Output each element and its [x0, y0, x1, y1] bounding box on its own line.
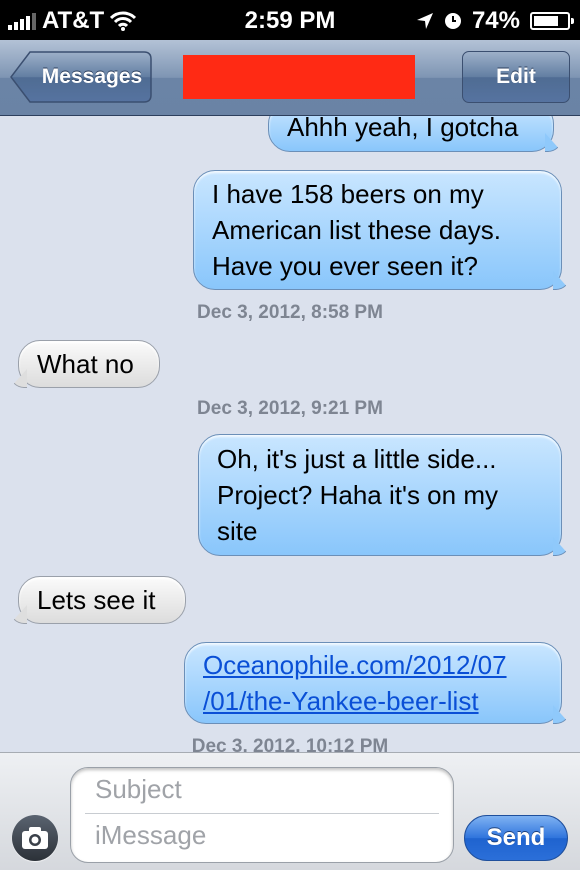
location-arrow-icon — [416, 13, 433, 29]
messages-back-button[interactable]: Messages — [10, 51, 152, 103]
battery-icon — [530, 12, 574, 30]
message-text-line: Have you ever seen it? — [212, 251, 478, 281]
subject-input[interactable]: Subject — [95, 774, 182, 805]
message-text-line: Project? Haha it's on my — [217, 480, 498, 510]
timestamp: Dec 3, 2012, 10:12 PM — [191, 736, 389, 752]
status-bar: AT&T 2:59 PM 74% — [0, 0, 580, 40]
compose-bar: Subject iMessage Send — [0, 752, 580, 870]
message-bubble-outgoing[interactable]: Oceanophile.com/2012/07 /01/the-Yankee-b… — [184, 642, 562, 724]
message-compose-field[interactable]: Subject iMessage — [70, 767, 454, 863]
battery-percent: 74% — [471, 7, 520, 34]
timestamp: Dec 3, 2012, 9:21 PM — [197, 398, 383, 419]
send-button[interactable]: Send — [464, 815, 568, 861]
message-text-line: American list these days. — [212, 215, 502, 245]
camera-icon — [22, 827, 48, 849]
message-text: Lets see it — [37, 585, 156, 615]
alarm-clock-icon — [444, 13, 461, 29]
message-bubble-outgoing[interactable]: I have 158 beers on my American list the… — [193, 170, 562, 290]
message-text-line: Oh, it's just a little side... — [217, 444, 497, 474]
edit-button[interactable]: Edit — [462, 51, 570, 103]
message-bubble-incoming[interactable]: What no — [18, 340, 160, 388]
navigation-bar: Messages Edit — [0, 40, 580, 116]
message-bubble-outgoing[interactable]: Oh, it's just a little side... Project? … — [198, 434, 562, 556]
message-bubble-outgoing[interactable]: Ahhh yeah, I gotcha — [268, 116, 554, 152]
timestamp: Dec 3, 2012, 8:58 PM — [197, 302, 383, 323]
conversation-view[interactable]: Ahhh yeah, I gotcha I have 158 beers on … — [0, 116, 580, 752]
message-text-line: site — [217, 516, 258, 546]
status-right: 74% — [416, 7, 574, 35]
message-link-line[interactable]: Oceanophile.com/2012/07 — [203, 647, 543, 683]
contact-name-redacted — [183, 55, 415, 99]
message-text: Ahhh yeah, I gotcha — [287, 116, 519, 142]
back-button-label: Messages — [41, 65, 143, 88]
message-bubble-incoming[interactable]: Lets see it — [18, 576, 186, 624]
message-text: What no — [37, 349, 134, 379]
message-link-line[interactable]: /01/the-Yankee-beer-list — [203, 683, 543, 719]
field-divider — [85, 813, 439, 814]
message-text-line: I have 158 beers on my — [212, 179, 484, 209]
camera-button[interactable] — [12, 815, 58, 861]
imessage-input[interactable]: iMessage — [95, 820, 206, 851]
